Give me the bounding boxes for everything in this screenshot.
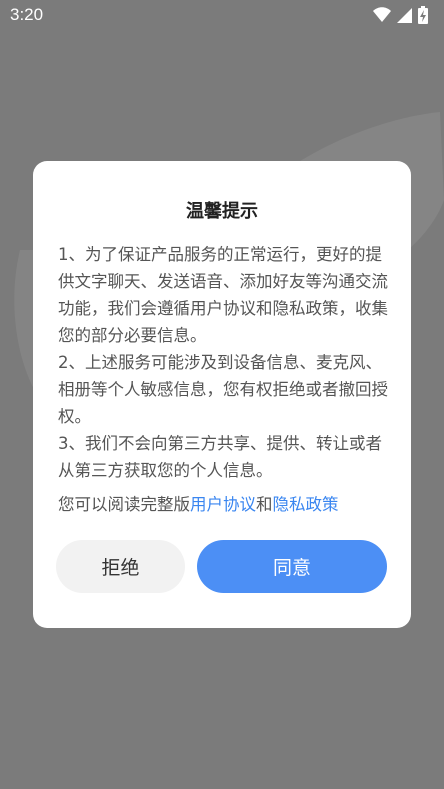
dialog-title: 温馨提示 (186, 201, 258, 222)
privacy-dialog: 温馨提示 1、为了保证产品服务的正常运行，更好的提供文字聊天、发送语音、添加好友… (33, 161, 411, 628)
user-agreement-link[interactable]: 用户协议 (190, 495, 256, 514)
reject-button[interactable]: 拒绝 (56, 540, 185, 593)
wifi-icon (373, 7, 391, 23)
read-prefix: 您可以阅读完整版 (58, 495, 190, 514)
status-icons (373, 6, 428, 24)
status-bar: 3:20 (0, 0, 444, 32)
battery-charging-icon (418, 6, 428, 24)
dialog-paragraph-2: 2、上述服务可能涉及到设备信息、麦克风、相册等个人敏感信息，您有权拒绝或者撤回授… (58, 353, 388, 426)
status-time: 3:20 (10, 5, 44, 24)
dialog-paragraph-1: 1、为了保证产品服务的正常运行，更好的提供文字聊天、发送语音、添加好友等沟通交流… (58, 245, 388, 345)
read-full-version-line: 您可以阅读完整版用户协议和隐私政策 (58, 491, 398, 518)
privacy-policy-link[interactable]: 隐私政策 (273, 495, 339, 514)
dialog-paragraph-3: 3、我们不会向第三方共享、提供、转让或者从第三方获取您的个人信息。 (58, 434, 382, 480)
cellular-signal-icon (397, 7, 412, 23)
accept-button[interactable]: 同意 (197, 540, 387, 593)
conjunction-text: 和 (256, 495, 273, 514)
dialog-body: 1、为了保证产品服务的正常运行，更好的提供文字聊天、发送语音、添加好友等沟通交流… (58, 241, 388, 484)
